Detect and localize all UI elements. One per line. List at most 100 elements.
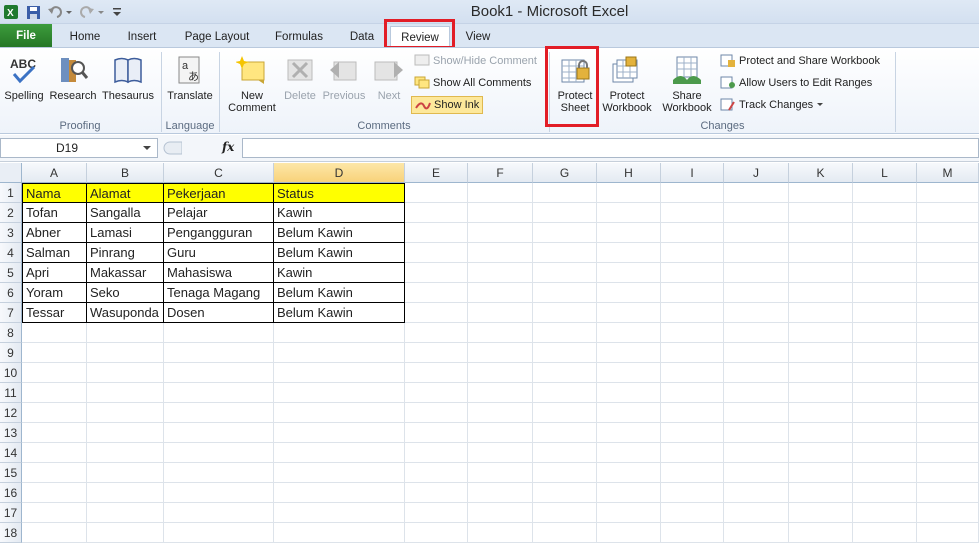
cell-d4[interactable]: Belum Kawin [274,243,405,263]
row-header-13[interactable]: 13 [0,423,22,443]
cell-f1[interactable] [468,183,533,203]
cell-b8[interactable] [87,323,164,343]
cell-e6[interactable] [405,283,468,303]
cell-h6[interactable] [597,283,661,303]
cell-h12[interactable] [597,403,661,423]
cell-i7[interactable] [661,303,724,323]
cell-a12[interactable] [22,403,87,423]
cell-g13[interactable] [533,423,597,443]
column-header-a[interactable]: A [22,163,87,183]
row-header-1[interactable]: 1 [0,183,22,203]
column-header-j[interactable]: J [724,163,789,183]
cell-k6[interactable] [789,283,853,303]
cell-f8[interactable] [468,323,533,343]
cell-h4[interactable] [597,243,661,263]
formula-bar-handle-icon[interactable] [160,138,182,158]
cell-k9[interactable] [789,343,853,363]
cell-j7[interactable] [724,303,789,323]
cell-l3[interactable] [853,223,917,243]
cell-l8[interactable] [853,323,917,343]
cell-a7[interactable]: Tessar [22,303,87,323]
cell-l1[interactable] [853,183,917,203]
cell-i14[interactable] [661,443,724,463]
cell-i4[interactable] [661,243,724,263]
thesaurus-button[interactable]: Thesaurus [100,52,156,118]
cell-j4[interactable] [724,243,789,263]
cell-j6[interactable] [724,283,789,303]
cell-c13[interactable] [164,423,274,443]
cell-m7[interactable] [917,303,979,323]
cell-h3[interactable] [597,223,661,243]
cell-m4[interactable] [917,243,979,263]
cell-j10[interactable] [724,363,789,383]
cell-k4[interactable] [789,243,853,263]
row-header-18[interactable]: 18 [0,523,22,543]
formula-input[interactable] [242,138,979,158]
new-comment-button[interactable]: New Comment [224,52,280,118]
cell-f15[interactable] [468,463,533,483]
cell-f17[interactable] [468,503,533,523]
column-header-b[interactable]: B [87,163,164,183]
cell-a10[interactable] [22,363,87,383]
cell-e14[interactable] [405,443,468,463]
cell-m11[interactable] [917,383,979,403]
cell-k7[interactable] [789,303,853,323]
cell-h8[interactable] [597,323,661,343]
allow-users-edit-ranges-button[interactable]: Allow Users to Edit Ranges [720,74,872,92]
cell-c7[interactable]: Dosen [164,303,274,323]
cell-d5[interactable]: Kawin [274,263,405,283]
cell-j8[interactable] [724,323,789,343]
cell-c15[interactable] [164,463,274,483]
cell-g16[interactable] [533,483,597,503]
select-all-corner[interactable] [0,163,22,183]
cell-j16[interactable] [724,483,789,503]
cell-f12[interactable] [468,403,533,423]
cell-i10[interactable] [661,363,724,383]
tab-home[interactable]: Home [64,26,106,48]
cell-m14[interactable] [917,443,979,463]
cell-b18[interactable] [87,523,164,543]
cell-k16[interactable] [789,483,853,503]
cell-f18[interactable] [468,523,533,543]
cell-c1[interactable]: Pekerjaan [164,183,274,203]
cell-b15[interactable] [87,463,164,483]
cell-b6[interactable]: Seko [87,283,164,303]
cell-j11[interactable] [724,383,789,403]
cell-f14[interactable] [468,443,533,463]
cell-g17[interactable] [533,503,597,523]
cell-j14[interactable] [724,443,789,463]
cell-h16[interactable] [597,483,661,503]
cell-g4[interactable] [533,243,597,263]
cell-f7[interactable] [468,303,533,323]
cell-e15[interactable] [405,463,468,483]
cell-j12[interactable] [724,403,789,423]
cell-c17[interactable] [164,503,274,523]
column-header-d[interactable]: D [274,163,405,183]
cell-i15[interactable] [661,463,724,483]
cell-a3[interactable]: Abner [22,223,87,243]
next-comment-button[interactable]: Next [370,52,408,118]
cell-f9[interactable] [468,343,533,363]
cell-f10[interactable] [468,363,533,383]
protect-workbook-button[interactable]: Protect Workbook [598,52,656,118]
cell-l11[interactable] [853,383,917,403]
cell-a15[interactable] [22,463,87,483]
cell-d11[interactable] [274,383,405,403]
cell-c8[interactable] [164,323,274,343]
column-header-c[interactable]: C [164,163,274,183]
tab-page-layout[interactable]: Page Layout [178,26,256,48]
cell-k8[interactable] [789,323,853,343]
cell-e8[interactable] [405,323,468,343]
column-header-l[interactable]: L [853,163,917,183]
cell-g5[interactable] [533,263,597,283]
cell-h17[interactable] [597,503,661,523]
cell-b14[interactable] [87,443,164,463]
cell-h9[interactable] [597,343,661,363]
row-header-8[interactable]: 8 [0,323,22,343]
show-hide-comment-button[interactable]: Show/Hide Comment [414,52,537,70]
column-header-m[interactable]: M [917,163,979,183]
cell-e2[interactable] [405,203,468,223]
worksheet-grid[interactable]: A B C D E F G H I J K L M 1 Nama Alamat Pekerjaan Status 2… [0,163,979,543]
cell-d17[interactable] [274,503,405,523]
cell-i6[interactable] [661,283,724,303]
